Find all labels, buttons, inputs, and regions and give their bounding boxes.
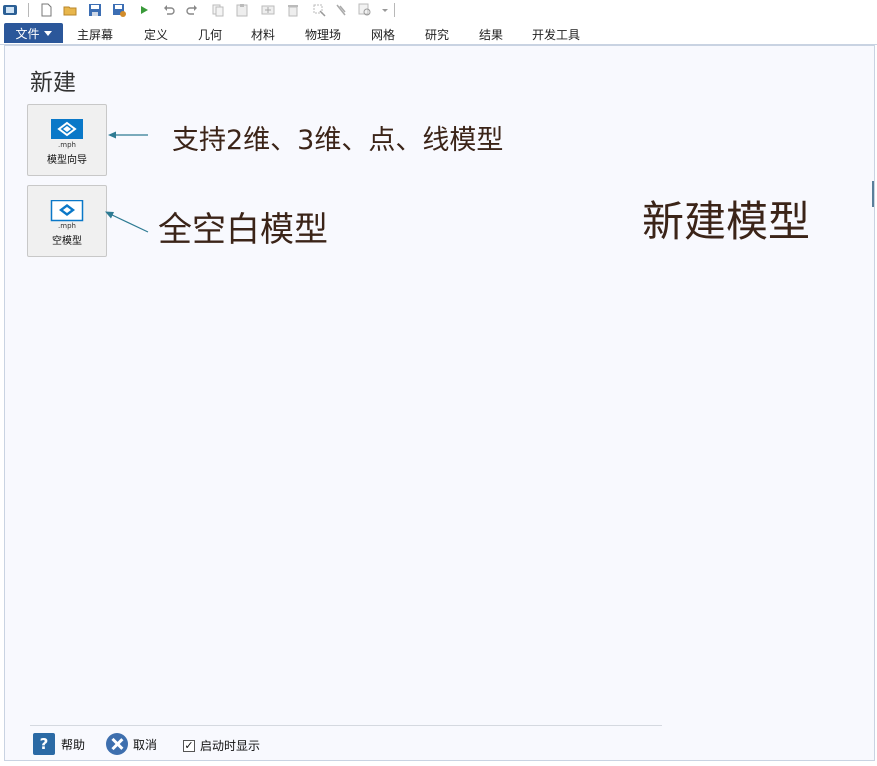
annotation-arrows	[105, 131, 149, 233]
annotation-wizard-note: 支持2维、3维、点、线模型	[172, 125, 504, 156]
help-icon: ?	[33, 733, 55, 755]
annotation-arrow-blank	[109, 213, 149, 233]
show-on-startup-label: 启动时显示	[200, 739, 261, 753]
close-icon	[106, 733, 128, 755]
annotation-arrowhead-wizard	[108, 131, 116, 139]
cancel-label: 取消	[133, 737, 158, 752]
help-label: 帮助	[61, 737, 86, 752]
footer-divider	[30, 725, 662, 726]
annotation-blank-note: 全空白模型	[158, 210, 328, 250]
annotation-side-note: 新建模型	[642, 197, 811, 246]
help-button[interactable]: ? 帮助	[33, 733, 85, 755]
show-on-startup-checkbox[interactable]: ✓	[183, 739, 195, 752]
cancel-button[interactable]: 取消	[106, 732, 157, 756]
show-on-startup-option[interactable]: ✓ 启动时显示	[183, 737, 260, 754]
